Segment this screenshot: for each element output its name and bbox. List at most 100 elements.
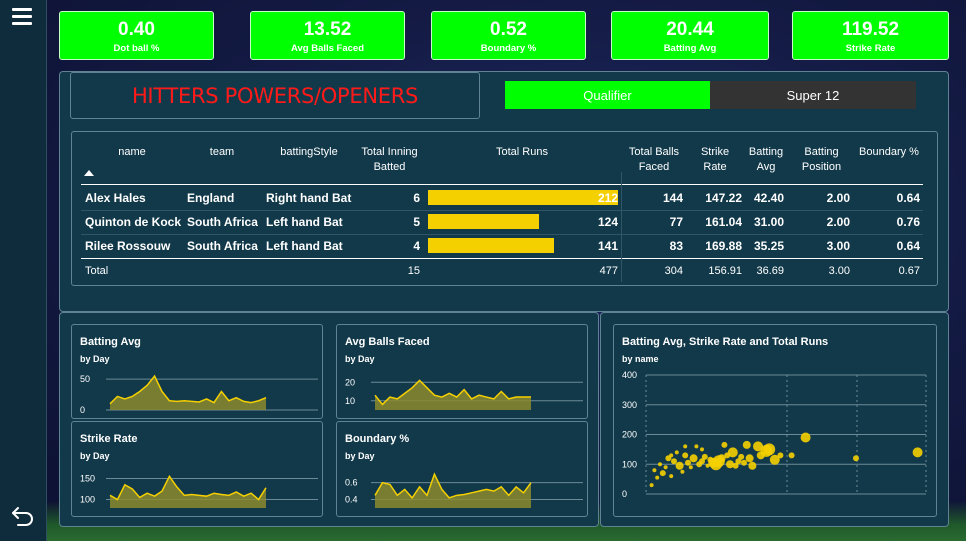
scatter-point	[655, 475, 660, 480]
kpi-label: Batting Avg	[663, 43, 717, 54]
cell-team: South Africa	[187, 215, 258, 229]
y-tick-label: 100	[622, 459, 637, 469]
cell-boundary: 0.64	[896, 239, 920, 253]
back-arrow-icon[interactable]	[10, 502, 36, 528]
kpi-label: Dot ball %	[113, 43, 160, 54]
cell-strike-rate: 147.22	[705, 191, 742, 205]
cell-strike-rate: 161.04	[705, 215, 742, 229]
cell-batting-avg: 31.00	[753, 215, 784, 229]
cell-batting-style: Right hand Bat	[266, 191, 352, 205]
chart-scatter: Batting Avg, Strike Rate and Total Runs …	[613, 324, 937, 517]
players-table: name team battingStyle Total Inning Batt…	[71, 131, 938, 286]
y-tick-label: 20	[345, 377, 355, 387]
scatter-point	[671, 458, 677, 465]
col-header-total-runs[interactable]: Total Runs	[472, 145, 572, 160]
scatter-point	[701, 453, 708, 460]
page-title: HITTERS POWERS/OPENERS	[131, 83, 419, 108]
toggle-qualifier[interactable]: Qualifier	[505, 81, 710, 109]
scatter-point	[652, 468, 657, 473]
cell-innings: 4	[413, 239, 420, 253]
hamburger-menu-icon[interactable]	[12, 8, 32, 28]
scatter-point	[912, 447, 923, 458]
scatter-point	[742, 440, 751, 449]
kpi-card-avg-balls-faced: 13.52 Avg Balls Faced	[250, 11, 405, 60]
col-header-batting-style[interactable]: battingStyle	[269, 145, 349, 160]
scatter-point	[763, 443, 776, 456]
y-tick-label: 200	[622, 430, 637, 440]
toggle-super-12[interactable]: Super 12	[710, 81, 916, 109]
cell-team: South Africa	[187, 239, 258, 253]
y-tick-label: 0.6	[345, 478, 358, 488]
cell-team: England	[187, 191, 235, 205]
sidebar	[0, 0, 47, 541]
scatter-point	[748, 461, 757, 470]
scatter-point	[741, 459, 747, 466]
cell-boundary: 0.76	[896, 215, 920, 229]
sort-ascending-icon[interactable]	[84, 170, 94, 176]
total-batting-position: 3.00	[828, 265, 850, 277]
col-header-innings[interactable]: Total Inning Batted	[352, 145, 427, 175]
col-header-batting-position[interactable]: Batting Position	[794, 145, 849, 175]
kpi-card-strike-rate: 119.52 Strike Rate	[792, 11, 949, 60]
col-header-boundary[interactable]: Boundary %	[854, 145, 924, 160]
kpi-label: Strike Rate	[845, 43, 896, 54]
cell-name: Rilee Rossouw	[85, 239, 171, 253]
col-header-batting-avg[interactable]: Batting Avg	[745, 145, 787, 175]
scatter-point	[680, 469, 685, 474]
scatter-point	[659, 470, 666, 477]
total-label: Total	[85, 265, 109, 277]
col-header-team[interactable]: team	[192, 145, 252, 160]
scatter-point	[689, 454, 698, 463]
cell-batting-position: 2.00	[826, 191, 850, 205]
total-innings: 15	[407, 265, 420, 277]
page-title-box: HITTERS POWERS/OPENERS	[70, 72, 480, 119]
scatter-point	[726, 460, 734, 469]
kpi-label: Avg Balls Faced	[290, 43, 365, 54]
scatter-point	[853, 455, 859, 462]
scatter-point	[745, 454, 754, 463]
cell-total-runs: 141	[597, 239, 618, 253]
total-strike-rate: 156.91	[708, 265, 742, 277]
total-batting-avg: 36.69	[756, 265, 784, 277]
total-boundary: 0.67	[898, 265, 920, 277]
scatter-plot: 400 300 200 100 0	[622, 370, 927, 499]
kpi-value: 119.52	[841, 19, 900, 40]
cell-boundary: 0.64	[896, 191, 920, 205]
chart-plot: 50 0	[80, 374, 318, 415]
kpi-card-batting-avg: 20.44 Batting Avg	[611, 11, 769, 60]
chart-boundary: Boundary % by Day 0.6 0.4	[336, 421, 588, 517]
cell-batting-avg: 42.40	[753, 191, 784, 205]
y-tick-label: 100	[80, 495, 95, 505]
scatter-point	[694, 444, 699, 449]
scatter-point	[777, 452, 784, 459]
col-header-balls-faced[interactable]: Total Balls Faced	[622, 145, 686, 175]
kpi-value: 0.40	[118, 19, 155, 40]
cell-balls-faced: 77	[669, 215, 683, 229]
col-header-strike-rate[interactable]: Strike Rate	[694, 145, 736, 175]
total-balls-faced: 304	[664, 265, 683, 277]
scatter-point	[675, 461, 684, 470]
cell-name: Alex Hales	[85, 191, 146, 205]
y-tick-label: 300	[622, 400, 637, 410]
kpi-card-boundary: 0.52 Boundary %	[431, 11, 586, 60]
total-divider	[81, 258, 923, 259]
runs-bar	[428, 214, 540, 229]
chart-plot: 2010	[345, 377, 583, 410]
scatter-point	[663, 465, 668, 470]
runs-bar	[428, 238, 555, 253]
toggle-super-12-label: Super 12	[786, 87, 840, 103]
chart-avg-balls-faced: Avg Balls Faced by Day 20 10	[336, 324, 588, 419]
scatter-point	[669, 474, 674, 479]
chart-plot: 150 100	[80, 473, 318, 508]
column-divider	[621, 172, 622, 282]
cell-batting-avg: 35.25	[753, 239, 784, 253]
row-divider	[81, 234, 923, 235]
chart-plot: 0.6 0.4	[345, 472, 583, 508]
col-header-name[interactable]: name	[102, 145, 162, 160]
y-tick-label: 0	[622, 489, 627, 499]
scatter-point	[682, 452, 689, 459]
cell-total-runs: 124	[597, 215, 618, 229]
scatter-point	[721, 441, 728, 448]
cell-batting-style: Left hand Bat	[266, 239, 343, 253]
header-divider	[81, 184, 923, 185]
